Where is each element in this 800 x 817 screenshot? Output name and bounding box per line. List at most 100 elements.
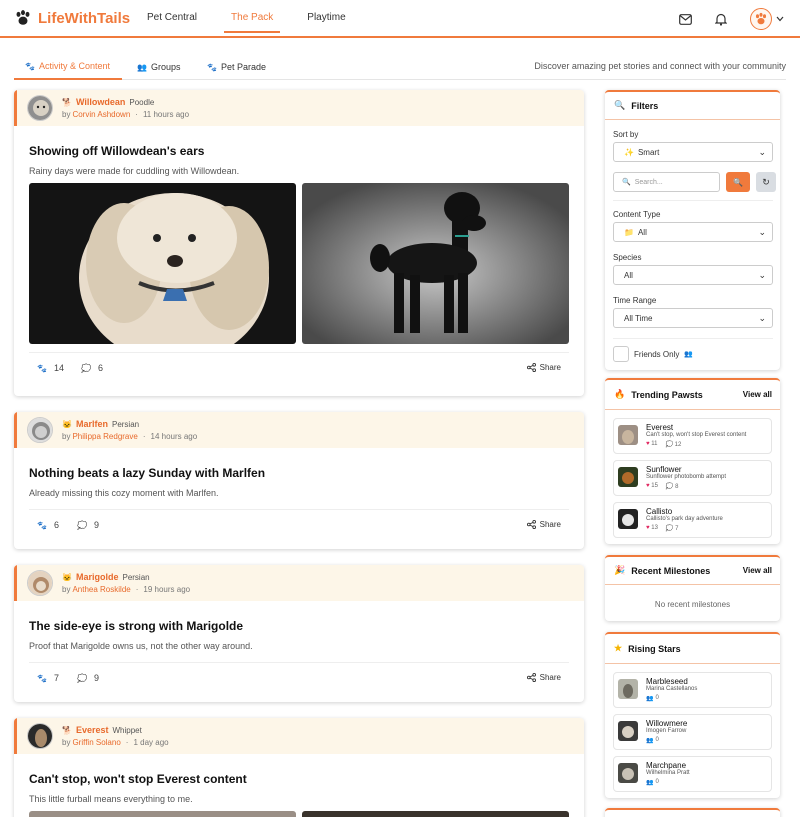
- heart-icon: ♥: [646, 483, 650, 489]
- post-photo-fluffy-dog[interactable]: [29, 183, 296, 344]
- paw-avatar-icon: [750, 8, 772, 30]
- tab-label: Pet Parade: [220, 62, 266, 72]
- refresh-button[interactable]: ↻: [756, 172, 776, 192]
- trending-name: Sunflower: [646, 465, 682, 474]
- bell-icon[interactable]: [714, 12, 728, 26]
- chevron-down-icon: ⌄: [758, 270, 766, 280]
- share-button[interactable]: Share: [526, 520, 561, 529]
- paw-icon: 🐾: [207, 62, 217, 72]
- trending-item[interactable]: Callisto Callisto's park day adventure ♥…: [613, 502, 772, 538]
- post-photo[interactable]: [302, 811, 569, 817]
- friends-only-label: Friends Only: [634, 349, 680, 359]
- search-icon: 🔍: [733, 177, 743, 187]
- owner-name[interactable]: Anthea Roskilde: [72, 585, 130, 594]
- owner-name[interactable]: Corvin Ashdown: [72, 110, 130, 119]
- milestones-view-all[interactable]: View all: [743, 566, 772, 575]
- species-value: All: [624, 270, 633, 280]
- rising-owner: Wilhelmina Pratt: [646, 770, 690, 776]
- rising-thumb: [618, 763, 638, 783]
- paw-count[interactable]: 🐾 7: [37, 673, 59, 683]
- post-text: Rainy days were made for cuddling with W…: [29, 166, 240, 176]
- pet-name[interactable]: Willowdean: [76, 97, 125, 107]
- content-type-select[interactable]: 📁 All ⌄: [613, 222, 773, 242]
- sort-select[interactable]: ✨ Smart ⌄: [613, 142, 773, 162]
- owner-name[interactable]: Philippa Redgrave: [72, 432, 137, 441]
- comment-count[interactable]: 💭 9: [77, 520, 99, 530]
- comments-value: 8: [675, 484, 679, 490]
- species-select[interactable]: All ⌄: [613, 265, 773, 285]
- nav-playtime[interactable]: Playtime: [300, 0, 352, 33]
- post-header: 🐱 Marigolde Persian by Anthea Roskilde ·…: [14, 565, 584, 601]
- pet-avatar[interactable]: [27, 95, 53, 121]
- post-time: 1 day ago: [133, 738, 169, 747]
- search-input[interactable]: 🔍 Search...: [613, 172, 720, 192]
- cat-icon: 🐱: [62, 572, 72, 582]
- separator-dot: ·: [135, 585, 139, 594]
- comment-count[interactable]: 💭 9: [77, 673, 99, 683]
- comment-count-value: 9: [93, 673, 99, 683]
- by-label: by: [62, 585, 71, 594]
- pet-avatar[interactable]: [27, 723, 53, 749]
- time-range-select[interactable]: All Time ⌄: [613, 308, 773, 328]
- rising-thumb: [618, 679, 638, 699]
- pet-name[interactable]: Marigolde: [76, 572, 119, 582]
- chevron-down-icon: ⌄: [758, 147, 766, 157]
- heart-icon: ♥: [646, 525, 650, 531]
- milestones-header: 🎉 Recent Milestones View all: [605, 557, 780, 585]
- share-label: Share: [539, 363, 561, 372]
- pet-avatar[interactable]: [27, 570, 53, 596]
- post-title: The side-eye is strong with Marigolde: [29, 619, 244, 633]
- paw-logo-icon: [16, 10, 30, 25]
- post-footer: 🐾 14 💭 6 Share: [29, 352, 569, 382]
- comment-count[interactable]: 💭 6: [81, 363, 103, 373]
- species-label: Species: [613, 253, 642, 262]
- nav-the-pack[interactable]: The Pack: [224, 0, 281, 33]
- heart-icon: ♥: [646, 441, 650, 447]
- post-time: 19 hours ago: [143, 585, 191, 594]
- brand-name: LifeWithTails: [38, 9, 131, 27]
- user-menu[interactable]: [750, 8, 784, 30]
- rising-item[interactable]: Marbleseed Marina Castellanos 👥 0: [613, 672, 772, 708]
- time-range-label: Time Range: [613, 296, 657, 305]
- friends-only-checkbox[interactable]: [613, 346, 629, 362]
- group-icon: 👥: [684, 351, 694, 358]
- rising-item[interactable]: Willowmere Imogen Farrow 👥 0: [613, 714, 772, 750]
- rising-stats: 👥 0: [646, 695, 659, 702]
- post-photo-black-poodle[interactable]: [302, 183, 569, 344]
- post-title: Nothing beats a lazy Sunday with Marlfen: [29, 466, 266, 480]
- trending-likes: ♥ 13: [646, 525, 658, 532]
- rising-stats: 👥 0: [646, 779, 659, 786]
- mail-icon[interactable]: [678, 12, 692, 26]
- brand-logo[interactable]: LifeWithTails: [14, 9, 130, 27]
- pet-avatar[interactable]: [27, 417, 53, 443]
- paw-count[interactable]: 🐾 14: [37, 363, 64, 373]
- friends-only-toggle[interactable]: Friends Only 👥: [613, 346, 693, 362]
- folder-icon: 📁: [624, 227, 634, 237]
- share-button[interactable]: Share: [526, 363, 561, 372]
- comment-count-value: 9: [93, 520, 99, 530]
- trending-stats: ♥ 13 💭 7: [646, 525, 678, 532]
- post-card: 🐕 Everest Whippet by Griffin Solano · 1 …: [14, 718, 584, 817]
- trending-item[interactable]: Sunflower Sunflower photobomb attempt ♥ …: [613, 460, 772, 496]
- share-button[interactable]: Share: [526, 673, 561, 682]
- likes-value: 11: [651, 441, 658, 447]
- tab-pet-parade[interactable]: 🐾 Pet Parade: [207, 54, 266, 80]
- rising-item[interactable]: Marchpane Wilhelmina Pratt 👥 0: [613, 756, 772, 792]
- tab-activity-content[interactable]: 🐾 Activity & Content: [14, 54, 122, 80]
- post-photo[interactable]: [29, 811, 296, 817]
- fire-icon: 🔥: [614, 389, 626, 399]
- nav-pet-central[interactable]: Pet Central: [140, 0, 204, 33]
- search-button[interactable]: 🔍: [726, 172, 750, 192]
- trending-view-all[interactable]: View all: [743, 390, 772, 399]
- paw-count[interactable]: 🐾 6: [37, 520, 59, 530]
- trending-item[interactable]: Everest Can't stop, won't stop Everest c…: [613, 418, 772, 454]
- comment-icon: 💭: [665, 484, 674, 490]
- rising-name: Marchpane: [646, 761, 687, 770]
- pet-name[interactable]: Marlfen: [76, 419, 108, 429]
- star-icon: ★: [614, 643, 623, 653]
- tab-groups[interactable]: 👥 Groups: [137, 54, 180, 80]
- pet-name[interactable]: Everest: [76, 725, 109, 735]
- trending-likes: ♥ 15: [646, 483, 658, 490]
- trending-likes: ♥ 11: [646, 441, 657, 448]
- owner-name[interactable]: Griffin Solano: [72, 738, 120, 747]
